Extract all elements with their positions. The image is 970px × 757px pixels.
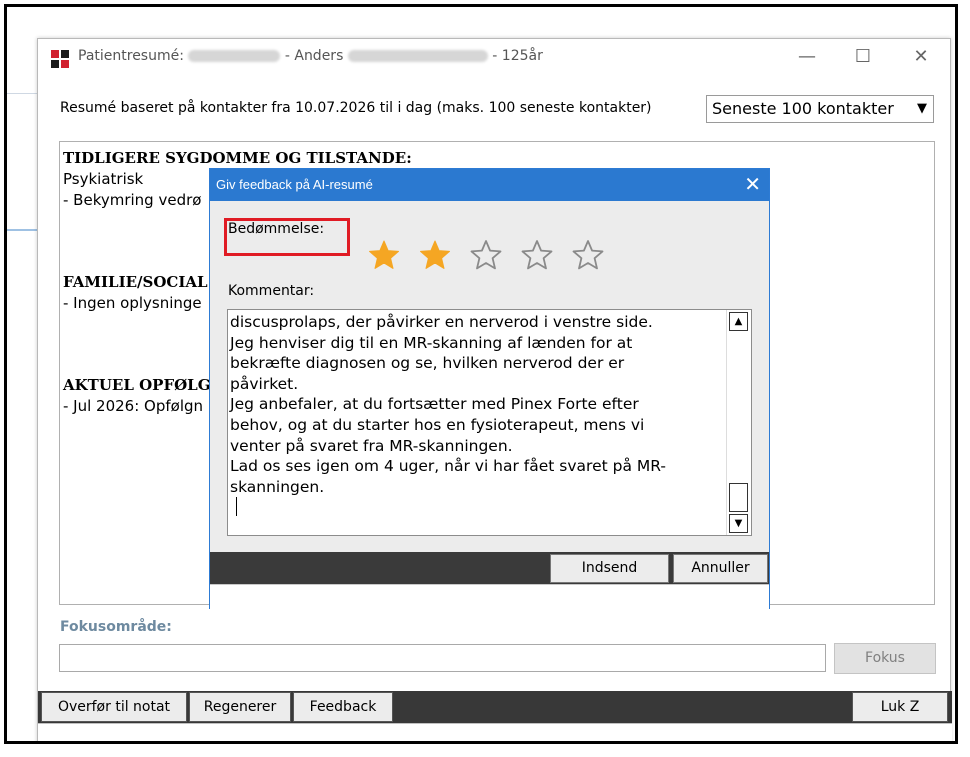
star-filled-icon[interactable] — [368, 239, 400, 271]
section-heading: FAMILIE/SOCIAL — [63, 273, 208, 291]
transfer-to-note-button[interactable]: Overfør til notat — [41, 692, 187, 722]
comment-textarea[interactable]: discusprolaps, der påvirker en nerverod … — [227, 309, 752, 536]
app-logo-icon — [50, 49, 70, 69]
dialog-titlebar: Giv feedback på AI-resumé ✕ — [210, 169, 769, 201]
arrow-up-icon[interactable]: ▲ — [729, 312, 748, 331]
highlight-box — [224, 218, 350, 256]
comment-text: discusprolaps, der påvirker en nerverod … — [230, 313, 666, 496]
minimize-button[interactable]: — — [792, 45, 822, 69]
star-empty-icon[interactable] — [572, 239, 604, 271]
redacted-name — [347, 50, 488, 62]
window-titlebar: Patientresumé: - Anders - 125år — ☐ ✕ — [38, 39, 950, 77]
arrow-down-icon[interactable]: ▼ — [729, 514, 748, 533]
close-window-button[interactable]: ✕ — [906, 45, 936, 69]
focus-area-label: Fokusområde: — [60, 619, 172, 635]
dialog-title: Giv feedback på AI-resumé — [216, 177, 373, 192]
star-empty-icon[interactable] — [470, 239, 502, 271]
summary-line: - Jul 2026: Opfølgn — [63, 397, 204, 415]
window-title: Patientresumé: - Anders - 125år — [78, 48, 543, 64]
star-empty-icon[interactable] — [521, 239, 553, 271]
section-heading: TIDLIGERE SYGDOMME OG TILSTANDE: — [63, 149, 412, 167]
dialog-close-button[interactable]: ✕ — [744, 172, 761, 196]
dialog-footer — [210, 584, 769, 609]
close-summary-button[interactable]: Luk Z — [852, 692, 948, 722]
focus-area-input[interactable] — [59, 644, 826, 672]
comment-label: Kommentar: — [228, 283, 315, 299]
text-caret — [236, 497, 237, 516]
bottom-toolbar: Overfør til notat Regenerer Feedback Luk… — [38, 691, 952, 723]
window-title-prefix: Patientresumé: — [78, 48, 184, 64]
cancel-button[interactable]: Annuller — [673, 554, 768, 583]
section-heading: AKTUEL OPFØLGN — [63, 376, 225, 394]
scrollbar-thumb[interactable] — [729, 483, 748, 512]
feedback-button[interactable]: Feedback — [293, 692, 393, 722]
comment-scrollbar[interactable]: ▲ ▼ — [726, 310, 751, 535]
dialog-button-bar: Indsend Annuller — [210, 552, 769, 584]
summary-line: Psykiatrisk — [63, 170, 144, 188]
submit-button[interactable]: Indsend — [550, 554, 669, 583]
star-rating — [368, 239, 623, 271]
range-description: Resumé baseret på kontakter fra 10.07.20… — [60, 100, 652, 116]
background-divider — [7, 229, 37, 231]
window-title-age: - 125år — [492, 48, 543, 64]
regenerate-button[interactable]: Regenerer — [189, 692, 291, 722]
window-title-name: - Anders — [284, 48, 344, 64]
summary-line: - Bekymring vedrø — [63, 191, 202, 209]
redacted-cpr — [188, 50, 281, 62]
window-footer — [38, 723, 952, 741]
contacts-range-select[interactable]: Seneste 100 kontakter ▼ — [706, 95, 934, 123]
summary-line: - Ingen oplysninge — [63, 294, 202, 312]
background-divider — [7, 93, 37, 94]
star-filled-icon[interactable] — [419, 239, 451, 271]
feedback-dialog: Giv feedback på AI-resumé ✕ Bedømmelse: … — [209, 168, 770, 609]
contacts-range-value: Seneste 100 kontakter — [712, 99, 894, 118]
chevron-down-icon: ▼ — [917, 101, 927, 116]
focus-button[interactable]: Fokus — [834, 643, 936, 674]
maximize-button[interactable]: ☐ — [848, 45, 878, 69]
